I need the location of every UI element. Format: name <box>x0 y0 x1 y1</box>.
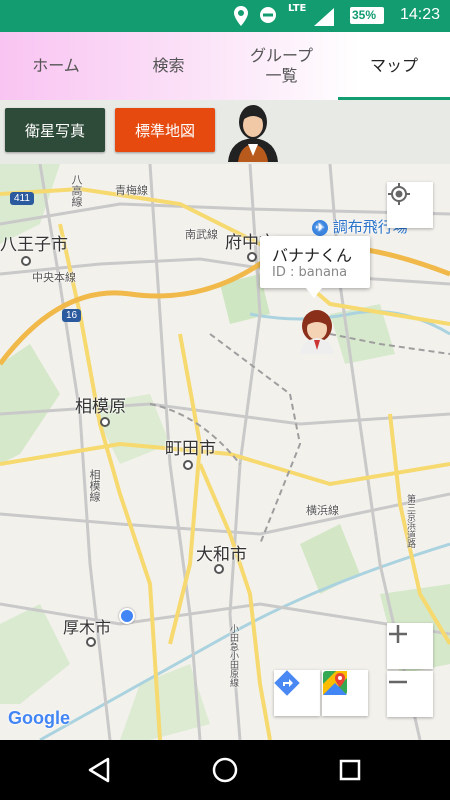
google-logo-text: Google <box>8 708 70 728</box>
place-dot-yamato <box>214 564 224 574</box>
tab-group-list-label: グループ 一覧 <box>249 46 314 85</box>
rail-label-odakyu: 小田急小田原線 <box>227 624 240 687</box>
plus-icon <box>389 625 407 643</box>
standard-map-button-label: 標準地図 <box>134 121 195 140</box>
place-label-hachioji-text: 八王子市 <box>0 235 68 255</box>
directions-icon <box>274 670 300 696</box>
tab-bar: ホーム 検索 グループ 一覧 マップ <box>0 32 450 100</box>
recent-apps-icon[interactable] <box>338 758 362 782</box>
current-location-dot <box>119 608 135 624</box>
battery-indicator: 35% <box>350 7 384 24</box>
zoom-in-button[interactable] <box>387 623 433 669</box>
system-navigation-bar <box>0 740 450 800</box>
user-marker-icon[interactable] <box>294 308 340 354</box>
rail-label-sagami: 相模線 <box>86 469 102 502</box>
place-label-atsugi: 厚木市 <box>63 614 111 638</box>
user-avatar-icon[interactable] <box>224 100 282 162</box>
route-badge-16-label: 16 <box>66 310 78 321</box>
rail-label-chuo: 中央本線 <box>32 269 76 285</box>
place-dot-machida <box>183 460 193 470</box>
place-label-sagamihara: 相模原 <box>75 392 126 417</box>
place-dot-fuchu <box>247 252 257 262</box>
rail-label-nambu: 南武線 <box>185 226 218 242</box>
status-bar: LTE 35% 14:23 <box>0 0 450 32</box>
rail-label-yokohama: 横浜線 <box>306 502 339 518</box>
rail-label-ome-text: 青梅線 <box>115 184 148 197</box>
place-label-hachioji: 八王子市 <box>0 230 68 255</box>
tab-group-list[interactable]: グループ 一覧 <box>225 32 338 100</box>
rail-label-odakyu-text: 小田急小田原線 <box>228 624 238 687</box>
directions-button[interactable] <box>274 670 320 716</box>
place-label-machida: 町田市 <box>165 434 216 459</box>
rail-label-hachiko: 八高線 <box>68 174 84 207</box>
road-label-tomei: 第三京浜道路 <box>404 494 417 548</box>
marker-info-window[interactable]: バナナくん ID : banana <box>260 236 370 298</box>
tab-map-label: マップ <box>369 56 418 75</box>
satellite-button[interactable]: 衛星写真 <box>5 108 105 152</box>
crosshair-icon <box>388 183 410 205</box>
route-badge-411-label: 411 <box>14 193 30 204</box>
standard-map-button[interactable]: 標準地図 <box>115 108 215 152</box>
my-location-button[interactable] <box>387 182 433 228</box>
airport-icon: ✈ <box>312 219 328 236</box>
route-badge-411: 411 <box>10 192 34 205</box>
back-icon[interactable] <box>86 756 112 784</box>
tab-search[interactable]: 検索 <box>112 32 225 100</box>
tab-home[interactable]: ホーム <box>0 32 112 100</box>
rail-label-chuo-text: 中央本線 <box>32 271 76 284</box>
tab-map[interactable]: マップ <box>338 32 450 100</box>
rail-label-hachiko-text: 八高線 <box>70 174 83 207</box>
minus-icon <box>389 680 407 684</box>
map-toolbar: 衛星写真 標準地図 <box>0 100 450 164</box>
network-type-label: LTE <box>288 3 307 14</box>
map-view[interactable]: 411 16 八王子市 府中市 ✈ 調布飛行場 相模原 町田市 大和市 厚木市 … <box>0 164 450 740</box>
place-label-yamato-text: 大和市 <box>196 545 247 565</box>
google-logo: Google <box>8 708 70 729</box>
place-label-sagamihara-text: 相模原 <box>75 397 126 417</box>
place-dot-hachioji <box>21 256 31 266</box>
marker-info-id: ID : banana <box>272 265 348 280</box>
rail-label-yokohama-text: 横浜線 <box>306 504 339 517</box>
signal-icon <box>314 8 334 26</box>
marker-info-pointer <box>306 288 322 298</box>
do-not-disturb-icon <box>260 7 276 23</box>
tab-home-label: ホーム <box>32 56 80 75</box>
place-label-machida-text: 町田市 <box>165 439 216 459</box>
clock: 14:23 <box>399 6 440 23</box>
place-dot-atsugi <box>86 637 96 647</box>
place-dot-sagamihara <box>100 417 110 427</box>
open-in-maps-button[interactable] <box>322 670 368 716</box>
place-label-yamato: 大和市 <box>196 540 247 565</box>
battery-percent: 35% <box>352 8 377 22</box>
home-icon[interactable] <box>211 756 239 784</box>
google-maps-icon <box>323 671 347 695</box>
location-icon <box>234 6 248 26</box>
rail-label-ome: 青梅線 <box>115 182 148 198</box>
satellite-button-label: 衛星写真 <box>24 121 85 140</box>
rail-label-sagami-text: 相模線 <box>88 469 101 502</box>
rail-label-nambu-text: 南武線 <box>185 228 218 241</box>
road-label-tomei-text: 第三京浜道路 <box>405 494 415 548</box>
zoom-out-button[interactable] <box>387 671 433 717</box>
tab-search-label: 検索 <box>152 56 185 75</box>
route-badge-16: 16 <box>62 309 82 322</box>
marker-info-name: バナナくん <box>272 246 353 265</box>
place-label-atsugi-text: 厚木市 <box>63 618 112 637</box>
